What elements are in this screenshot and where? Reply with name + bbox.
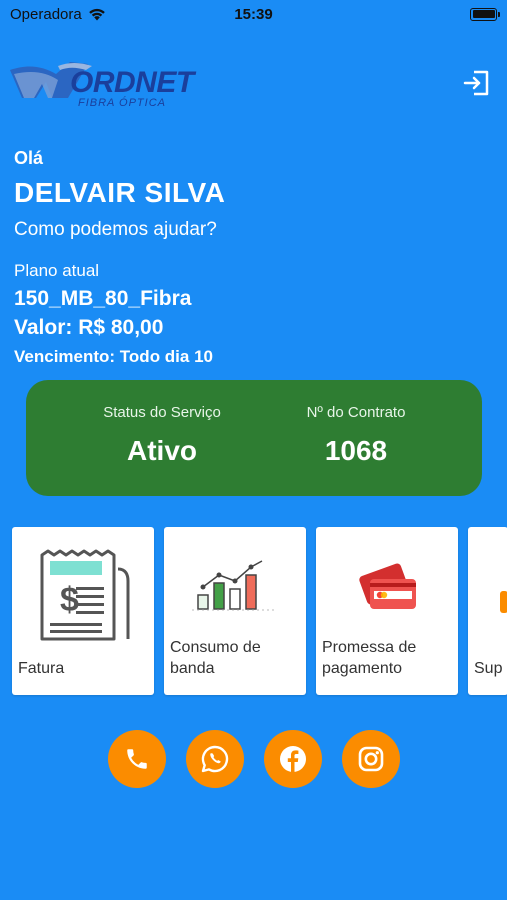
phone-icon — [127, 749, 147, 769]
tile-support[interactable]: Sup — [468, 527, 507, 695]
logo-text: ORDNET — [70, 66, 194, 99]
service-status-label: Status do Serviço — [103, 404, 221, 421]
instagram-button[interactable] — [342, 730, 400, 788]
facebook-icon — [280, 746, 306, 772]
phone-button[interactable] — [108, 730, 166, 788]
tile-support-label: Sup — [474, 660, 503, 677]
support-icon — [500, 591, 507, 613]
battery-icon — [470, 7, 500, 21]
service-status: Status do Serviço Ativo — [56, 404, 268, 467]
invoice-icon: $ — [40, 549, 130, 641]
status-bar: Operadora 15:39 — [0, 0, 507, 28]
contract-number-label: Nº do Contrato — [306, 404, 406, 421]
plan-label: Plano atual — [14, 261, 100, 280]
brand-logo: ORDNET FIBRA ÓPTICA — [8, 56, 213, 112]
plan-due-date: Vencimento: Todo dia 10 — [14, 347, 213, 366]
instagram-icon — [358, 746, 384, 772]
plan-name: 150_MB_80_Fibra — [14, 287, 192, 310]
whatsapp-button[interactable] — [186, 730, 244, 788]
bandwidth-chart-icon — [192, 560, 276, 611]
whatsapp-icon — [201, 745, 229, 773]
greeting-text: Olá — [14, 148, 44, 168]
service-status-value: Ativo — [127, 435, 197, 466]
service-status-card: Status do Serviço Ativo Nº do Contrato 1… — [26, 380, 482, 496]
logout-icon[interactable] — [462, 70, 490, 96]
credit-card-icon — [359, 563, 416, 609]
carrier-name: Operadora — [10, 5, 82, 23]
help-text: Como podemos ajudar? — [14, 219, 217, 240]
tile-invoice[interactable]: $ Fatura — [12, 527, 154, 695]
wifi-icon — [88, 8, 105, 20]
facebook-button[interactable] — [264, 730, 322, 788]
plan-price: Valor: R$ 80,00 — [14, 316, 164, 339]
user-name: DELVAIR SILVA — [14, 177, 226, 208]
tile-invoice-label: Fatura — [18, 660, 65, 677]
tile-bandwidth[interactable]: Consumo de banda — [164, 527, 306, 695]
logo-subtitle: FIBRA ÓPTICA — [78, 97, 166, 109]
tile-payment-promise-label: Promessa de pagamento — [322, 639, 417, 677]
contract-number-value: 1068 — [324, 435, 388, 466]
status-left: Operadora — [10, 6, 106, 23]
tile-payment-promise[interactable]: Promessa de pagamento — [316, 527, 458, 695]
contract-number: Nº do Contrato 1068 — [268, 404, 444, 467]
battery-fill — [472, 10, 495, 18]
tile-bandwidth-label: Consumo de banda — [170, 639, 261, 677]
